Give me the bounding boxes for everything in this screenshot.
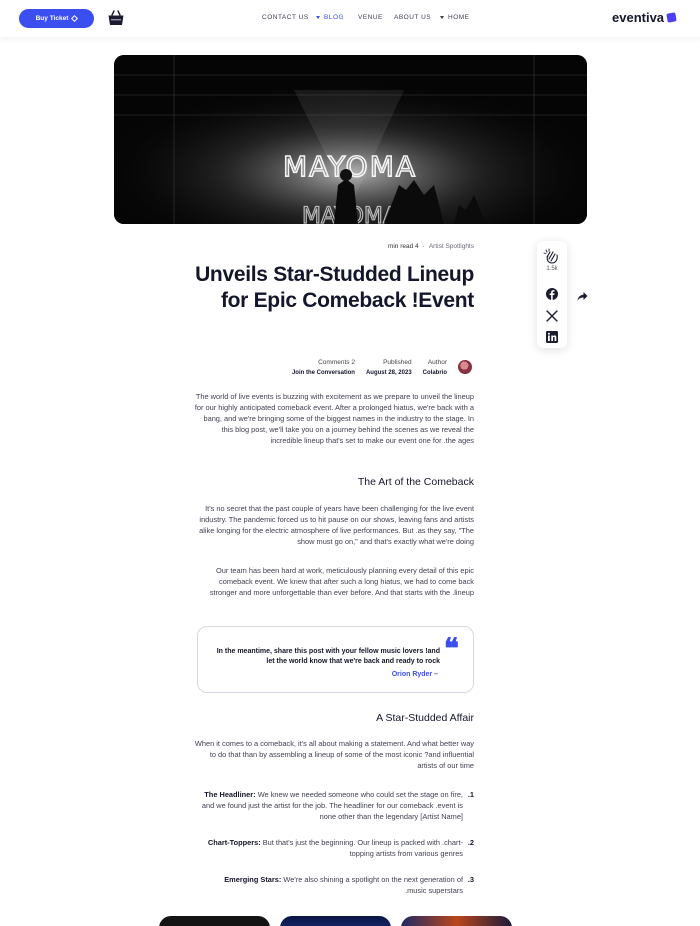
share-panel: 1.5k bbox=[537, 241, 567, 348]
concert-photo: MAYOMA MAYOMA bbox=[114, 55, 587, 224]
list-item: The Headliner: We knew we needed someone… bbox=[190, 789, 474, 822]
related-post-thumbnail[interactable] bbox=[280, 916, 391, 926]
main-nav: CONTACT US BLOG VENUE ABOUT US HOME bbox=[262, 14, 470, 21]
nav-blog[interactable]: BLOG bbox=[316, 14, 358, 21]
comments-meta[interactable]: Comments 2 Join the Conversation bbox=[292, 359, 355, 376]
blockquote: In the meantime, share this post with yo… bbox=[197, 626, 474, 693]
clap-icon[interactable] bbox=[543, 247, 561, 265]
published-label: Published bbox=[383, 359, 412, 366]
clap-count: 1.5k bbox=[546, 266, 558, 272]
post-byline: Comments 2 Join the Conversation Publish… bbox=[292, 359, 472, 376]
quote-text: In the meantime, share this post with yo… bbox=[216, 648, 440, 665]
list-item-title: Emerging Stars: bbox=[224, 875, 282, 884]
nav-about-us[interactable]: ABOUT US bbox=[394, 14, 440, 21]
author-meta[interactable]: Author Colabrio bbox=[423, 359, 447, 376]
facebook-icon[interactable] bbox=[546, 288, 558, 300]
list-item: Chart-Toppers: But that's just the begin… bbox=[190, 837, 474, 859]
buy-ticket-label: Buy Ticket bbox=[35, 15, 69, 22]
chevron-down-icon bbox=[440, 16, 444, 19]
author-avatar[interactable] bbox=[458, 360, 472, 374]
post-title: Unveils Star-Studded Lineup for Epic Com… bbox=[195, 263, 474, 312]
body-paragraph: When it comes to a comeback, it's all ab… bbox=[194, 739, 474, 770]
list-item-text: We're also shining a spotlight on the ne… bbox=[283, 875, 463, 895]
list-item-title: The Headliner: bbox=[204, 790, 256, 799]
intro-paragraph: The world of live events is buzzing with… bbox=[194, 392, 474, 445]
read-time: min read 4 bbox=[387, 243, 419, 250]
nav-home[interactable]: HOME bbox=[440, 14, 470, 21]
published-date: August 28, 2023 bbox=[365, 370, 412, 376]
nav-contact-us[interactable]: CONTACT US bbox=[262, 14, 316, 21]
section-heading: A Star-Studded Affair bbox=[376, 712, 474, 724]
nav-venue[interactable]: VENUE bbox=[358, 14, 394, 21]
quote-mark-icon: ❝ bbox=[443, 632, 459, 665]
quote-author: Orion Ryder – bbox=[391, 671, 438, 678]
related-post-thumbnail[interactable] bbox=[401, 916, 512, 926]
x-icon[interactable] bbox=[546, 310, 558, 322]
linkedin-icon[interactable] bbox=[546, 331, 558, 343]
site-logo[interactable]: eventiva bbox=[612, 10, 677, 25]
hero-image: MAYOMA MAYOMA bbox=[114, 55, 587, 224]
chevron-down-icon bbox=[316, 16, 320, 19]
shopping-basket-icon[interactable] bbox=[107, 9, 125, 27]
share-icon[interactable] bbox=[577, 291, 588, 302]
comments-count: Comments 2 bbox=[318, 359, 355, 366]
list-item-number: .2 bbox=[467, 838, 474, 847]
section-heading: The Art of the Comeback bbox=[357, 476, 474, 488]
author-label: Author bbox=[427, 359, 447, 366]
post-meta: min read 4 · Artist Spotlights bbox=[388, 243, 474, 250]
site-header: Buy Ticket CONTACT US BLOG VENUE ABOUT U… bbox=[0, 0, 700, 37]
body-paragraph: It's no secret that the past couple of y… bbox=[199, 504, 474, 546]
list-item: Emerging Stars: We're also shining a spo… bbox=[190, 874, 474, 896]
list-item-text: But that's just the beginning. Our lineu… bbox=[262, 838, 463, 858]
meta-separator: · bbox=[422, 243, 425, 250]
author-name[interactable]: Colabrio bbox=[423, 370, 447, 376]
related-post-thumbnail[interactable] bbox=[159, 916, 270, 926]
list-item-number: .1 bbox=[467, 790, 474, 799]
published-meta: Published August 28, 2023 bbox=[366, 359, 412, 376]
buy-ticket-button[interactable]: Buy Ticket bbox=[19, 9, 94, 28]
category-link[interactable]: Artist Spotlights bbox=[429, 243, 474, 250]
body-paragraph: Our team has been hard at work, meticulo… bbox=[209, 566, 474, 597]
logo-cube-icon bbox=[666, 12, 677, 23]
list-item-number: .3 bbox=[467, 875, 474, 884]
list-item-title: Chart-Toppers: bbox=[207, 838, 261, 847]
comments-link[interactable]: Join the Conversation bbox=[292, 370, 355, 376]
ticket-diamond-icon bbox=[71, 14, 79, 23]
